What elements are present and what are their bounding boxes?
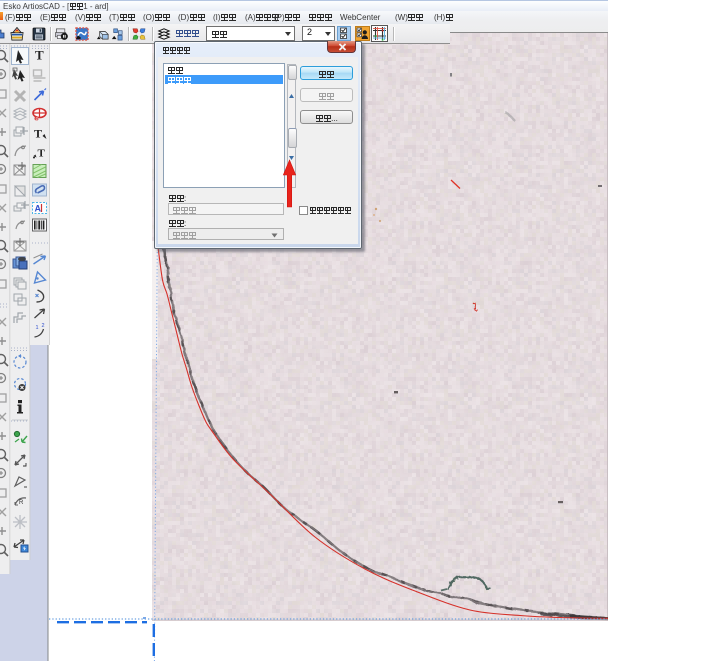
- svg-text:2: 2: [42, 323, 45, 329]
- svg-text:R: R: [19, 500, 24, 506]
- svg-text:1: 1: [36, 325, 39, 331]
- svg-text:T: T: [35, 48, 44, 63]
- svg-text:A: A: [35, 204, 42, 214]
- svg-text:T: T: [34, 127, 42, 141]
- svg-text:T: T: [38, 148, 46, 160]
- svg-text:P: P: [36, 116, 39, 121]
